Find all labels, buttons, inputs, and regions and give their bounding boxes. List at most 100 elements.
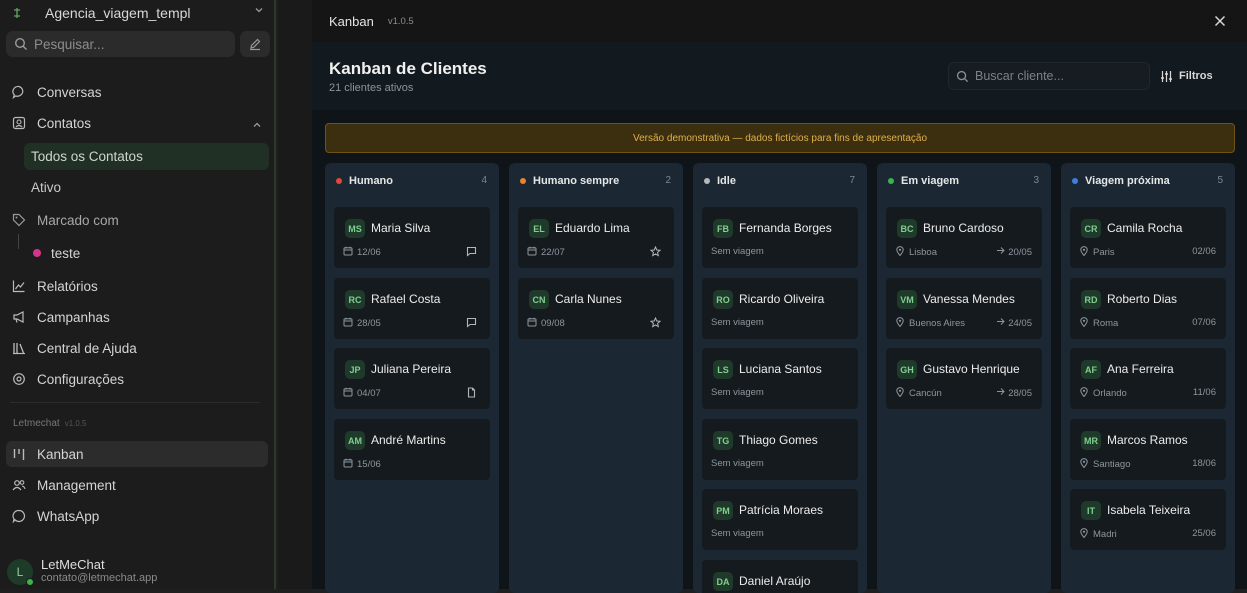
client-card[interactable]: PM Patrícia Moraes Sem viagem	[702, 489, 858, 550]
nav-marcado-com[interactable]: Marcado com	[6, 207, 268, 233]
client-name: Ricardo Oliveira	[739, 292, 825, 306]
client-card[interactable]: RO Ricardo Oliveira Sem viagem	[702, 278, 858, 339]
nav-conversas[interactable]: Conversas	[6, 79, 268, 105]
nav-campanhas-label: Campanhas	[37, 309, 110, 325]
column-status-dot	[520, 178, 526, 184]
client-card[interactable]: JP Juliana Pereira 04/07	[334, 348, 490, 409]
client-meta-text: 09/08	[541, 318, 565, 329]
column-title: Idle	[717, 175, 736, 187]
client-initials-badge: CR	[1081, 219, 1101, 238]
client-initials-badge: CN	[529, 290, 549, 309]
star-icon[interactable]	[650, 246, 664, 257]
map-pin-icon	[895, 317, 909, 330]
nav-todos-label: Todos os Contatos	[31, 149, 143, 164]
nav-conversas-label: Conversas	[37, 84, 102, 100]
client-card[interactable]: BC Bruno Cardoso Lisboa 20/05	[886, 207, 1042, 268]
user-profile[interactable]: L LetMeChat contato@letmechat.app	[7, 557, 267, 587]
client-meta: Orlando	[1079, 387, 1127, 400]
client-initials-badge: MS	[345, 219, 365, 238]
client-meta: Madri	[1079, 528, 1117, 541]
nav-relatorios[interactable]: Relatórios	[6, 273, 268, 299]
client-card[interactable]: VM Vanessa Mendes Buenos Aires 24/05	[886, 278, 1042, 339]
client-card[interactable]: CN Carla Nunes 09/08	[518, 278, 674, 339]
trip-date: 11/06	[1193, 387, 1216, 398]
client-initials-badge: TG	[713, 431, 733, 450]
workspace-name: Agencia_viagem_templ	[45, 5, 191, 21]
client-card[interactable]: GH Gustavo Henrique Cancún 28/05	[886, 348, 1042, 409]
column-header: Humano sempre 2	[509, 163, 683, 199]
client-card[interactable]: LS Luciana Santos Sem viagem	[702, 348, 858, 409]
chevron-down-icon[interactable]	[254, 5, 264, 18]
client-card[interactable]: TG Thiago Gomes Sem viagem	[702, 419, 858, 480]
client-card[interactable]: MR Marcos Ramos Santiago 18/06	[1070, 419, 1226, 480]
chat-icon[interactable]	[466, 246, 480, 257]
column-count: 5	[1217, 175, 1223, 186]
tag-icon	[11, 212, 27, 228]
chevron-up-icon[interactable]	[252, 117, 262, 135]
client-meta: Sem viagem	[711, 246, 764, 257]
client-initials-badge: AF	[1081, 360, 1101, 379]
client-initials-badge: AM	[345, 431, 365, 450]
nav-central-ajuda[interactable]: Central de Ajuda	[6, 335, 268, 361]
client-card[interactable]: EL Eduardo Lima 22/07	[518, 207, 674, 268]
client-card[interactable]: MS Maria Silva 12/06	[334, 207, 490, 268]
map-pin-icon	[1079, 246, 1093, 259]
client-name: Gustavo Henrique	[923, 362, 1020, 376]
client-card[interactable]: AF Ana Ferreira Orlando 11/06	[1070, 348, 1226, 409]
nav-todos-contatos[interactable]: Todos os Contatos	[24, 143, 269, 170]
tag-color-dot	[33, 249, 41, 257]
kanban-column-humano: Humano 4 MS Maria Silva 12/06 RC Rafael Costa 2…	[325, 163, 499, 593]
modal-title: Kanban	[329, 13, 374, 29]
tree-line	[18, 234, 19, 249]
calendar-icon	[343, 458, 357, 471]
client-card[interactable]: RD Roberto Dias Roma 07/06	[1070, 278, 1226, 339]
nav-configuracoes[interactable]: Configurações	[6, 366, 268, 392]
client-initials-badge: EL	[529, 219, 549, 238]
star-icon[interactable]	[650, 317, 664, 328]
client-name: Bruno Cardoso	[923, 221, 1004, 235]
document-icon[interactable]	[466, 387, 480, 398]
client-card[interactable]: AM André Martins 15/06	[334, 419, 490, 480]
close-icon[interactable]	[1211, 12, 1229, 30]
client-meta-text: Roma	[1093, 318, 1119, 329]
client-search-input[interactable]: Buscar cliente...	[948, 62, 1150, 90]
nav-tag-teste[interactable]: teste	[28, 240, 268, 266]
nav-kanban[interactable]: Kanban	[6, 441, 268, 467]
trip-date: 02/06	[1192, 246, 1216, 257]
workspace-selector[interactable]: Agencia_viagem_templ	[10, 3, 270, 23]
trip-date: 07/06	[1192, 317, 1216, 328]
client-card[interactable]: IT Isabela Teixeira Madri 25/06	[1070, 489, 1226, 550]
trip-date-text: 02/06	[1192, 246, 1216, 257]
chat-icon[interactable]	[466, 317, 480, 328]
client-card[interactable]: DA Daniel Araújo	[702, 560, 858, 593]
column-header: Em viagem 3	[877, 163, 1051, 199]
trip-date-text: 24/05	[1008, 317, 1032, 329]
client-meta: 28/05	[343, 317, 381, 330]
client-meta-text: Sem viagem	[711, 458, 764, 469]
map-pin-icon	[895, 246, 909, 259]
client-meta: Lisboa	[895, 246, 937, 259]
section-label-text: Letmechat	[13, 418, 60, 429]
nav-whatsapp[interactable]: WhatsApp	[6, 503, 268, 529]
nav-management[interactable]: Management	[6, 472, 268, 498]
client-card[interactable]: RC Rafael Costa 28/05	[334, 278, 490, 339]
nav-kanban-label: Kanban	[37, 446, 84, 462]
client-card[interactable]: FB Fernanda Borges Sem viagem	[702, 207, 858, 268]
client-meta: Santiago	[1079, 458, 1131, 471]
nav-ativo[interactable]: Ativo	[24, 174, 269, 201]
nav-campanhas[interactable]: Campanhas	[6, 304, 268, 330]
client-initials-badge: PM	[713, 501, 733, 520]
client-card[interactable]: CR Camila Rocha Paris 02/06	[1070, 207, 1226, 268]
calendar-icon	[527, 317, 541, 330]
nav-contatos[interactable]: Contatos	[6, 110, 268, 136]
filter-sliders-icon	[1161, 70, 1172, 82]
filters-button[interactable]: Filtros	[1160, 62, 1230, 90]
trip-date: 18/06	[1192, 458, 1216, 469]
nav-relatorios-label: Relatórios	[37, 278, 98, 294]
client-meta-text: Sem viagem	[711, 246, 764, 257]
compose-button[interactable]	[240, 31, 270, 57]
sidebar-search-input[interactable]: Pesquisar...	[6, 31, 235, 57]
client-name: Daniel Araújo	[739, 574, 811, 588]
sidebar-divider	[10, 402, 260, 403]
page-title: Kanban de Clientes	[329, 59, 487, 78]
